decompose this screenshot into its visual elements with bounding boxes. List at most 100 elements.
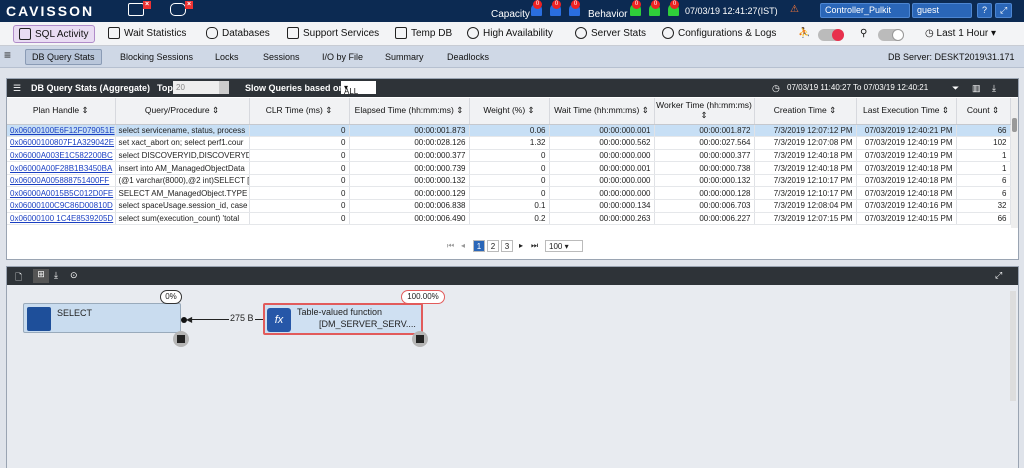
top-input[interactable]: 20 xyxy=(173,81,219,94)
temp-db-icon xyxy=(395,27,407,40)
next-page-icon[interactable]: ▸ xyxy=(519,241,523,250)
menu-databases[interactable]: Databases xyxy=(206,25,270,43)
tab-db-query-stats[interactable]: DB Query Stats xyxy=(25,49,102,65)
table-cell: 7/3/2019 12:40:18 PM xyxy=(754,149,857,163)
database-icon[interactable] xyxy=(170,3,186,16)
menu-toggle-icon[interactable]: ≡ xyxy=(4,48,11,62)
column-header[interactable]: Elapsed Time (hh:mm:ms) ⇕ xyxy=(349,98,470,125)
capacity-bell-icon[interactable]: 0 xyxy=(569,0,580,16)
table-cell: 7/3/2019 12:40:18 PM xyxy=(754,161,857,175)
clock-icon: ◷ xyxy=(772,83,780,93)
top-label: Top xyxy=(157,83,173,93)
column-header[interactable]: Wait Time (hh:mm:ms) ⇕ xyxy=(549,98,655,125)
plan-handle-link[interactable]: 0x06000A005888751400FF xyxy=(7,174,116,188)
column-header[interactable]: Plan Handle ⇕ xyxy=(7,98,116,125)
tab-blocking-sessions[interactable]: Blocking Sessions xyxy=(120,50,193,64)
table-row[interactable]: 0x06000A00F28B1B3450BA insert into AM_Man… xyxy=(7,161,1011,175)
table-cell: 6 xyxy=(956,174,1011,188)
search-icon[interactable]: ⚲ xyxy=(860,25,867,43)
slow-queries-select[interactable]: ALL ▾ xyxy=(341,81,376,96)
table-cell: 66 xyxy=(956,124,1011,138)
controller-button[interactable]: Controller_Pulkit xyxy=(820,3,910,18)
person-icon[interactable]: ⛹ xyxy=(798,25,810,43)
table-cell: 0 xyxy=(249,199,350,213)
table-cell: 00:00:000.377 xyxy=(654,149,755,163)
column-header[interactable]: Query/Procedure ⇕ xyxy=(115,98,250,125)
download-icon[interactable]: ⤓ xyxy=(992,83,996,94)
menu-configurations-logs[interactable]: Configurations & Logs xyxy=(662,25,776,43)
tab-deadlocks[interactable]: Deadlocks xyxy=(447,50,489,64)
plan-handle-link[interactable]: 0x06000100807F1A329042E xyxy=(7,136,116,150)
filter-icon[interactable]: ⏷ xyxy=(952,83,959,94)
behavior-bell-icon[interactable]: 0 xyxy=(630,0,641,16)
plan-handle-link[interactable]: 0x06000A0015B5C012D0FE xyxy=(7,186,116,201)
toggle-switch[interactable] xyxy=(878,29,904,41)
node-settings-icon[interactable] xyxy=(173,331,189,347)
table-row[interactable]: 0x06000A005888751400FF (@1 varchar(8000),… xyxy=(7,174,1011,188)
save-icon[interactable]: ⊙ xyxy=(70,270,78,281)
menu-sql-activity[interactable]: SQL Activity xyxy=(13,25,95,43)
page-size-select[interactable]: 100 ▾ xyxy=(545,240,583,252)
expand-icon[interactable]: ⤢ xyxy=(995,3,1012,18)
page-button[interactable]: 3 xyxy=(501,240,513,252)
help-button[interactable]: ? xyxy=(977,3,992,18)
monitor-icon[interactable] xyxy=(128,3,144,16)
page-button[interactable]: 2 xyxy=(487,240,499,252)
last-page-icon[interactable]: ⏭ xyxy=(531,241,538,251)
tab-io-by-file[interactable]: I/O by File xyxy=(322,50,363,64)
capacity-bell-icon[interactable]: 0 xyxy=(550,0,561,16)
menu-temp-db[interactable]: Temp DB xyxy=(395,25,452,43)
select-node[interactable]: SELECT xyxy=(23,303,181,333)
columns-icon[interactable]: ▥ xyxy=(972,83,981,94)
column-header[interactable]: Last Execution Time ⇕ xyxy=(856,98,957,125)
menu-high-availability[interactable]: High Availability xyxy=(467,25,553,43)
table-row[interactable]: 0x06000100 1C4E8539205D select sum(execut… xyxy=(7,212,1011,226)
menu-wait-statistics[interactable]: Wait Statistics xyxy=(108,25,186,43)
hierarchy-icon[interactable]: ⊞ xyxy=(33,269,49,283)
menu-server-stats[interactable]: Server Stats xyxy=(575,25,646,43)
menu-support-services[interactable]: Support Services xyxy=(287,25,379,43)
plan-handle-link[interactable]: 0x06000A00F28B1B3450BA xyxy=(7,161,116,175)
table-scrollbar[interactable] xyxy=(1011,98,1018,228)
page-button[interactable]: 1 xyxy=(473,240,485,252)
table-row[interactable]: 0x06000A003E1C582200BC select DISCOVERYID… xyxy=(7,149,1011,163)
table-valued-function-node[interactable]: fx Table-valued function [DM_SERVER_SERV… xyxy=(263,303,423,335)
node-settings-icon[interactable] xyxy=(412,331,428,347)
table-cell: 00:00:000.128 xyxy=(654,186,755,201)
alert-icon[interactable]: ⚠ xyxy=(790,4,799,15)
top-stepper[interactable] xyxy=(219,81,229,94)
tab-sessions[interactable]: Sessions xyxy=(263,50,300,64)
table-row[interactable]: 0x06000A0015B5C012D0FE SELECT AM_ManagedO… xyxy=(7,186,1011,201)
table-row[interactable]: 0x06000100C9C86D00810D select spaceUsage.… xyxy=(7,199,1011,213)
toggle-switch[interactable] xyxy=(818,29,844,41)
canvas-scrollbar[interactable] xyxy=(1010,291,1016,401)
plan-handle-link[interactable]: 0x06000A003E1C582200BC xyxy=(7,149,116,163)
first-page-icon[interactable]: ⏮ xyxy=(447,241,454,251)
column-header[interactable]: CLR Time (ms) ⇕ xyxy=(249,98,350,125)
plan-handle-link[interactable]: 0x06000100E6F12F079051E xyxy=(7,124,116,138)
download-icon[interactable]: ⤓ xyxy=(54,270,58,281)
clock-icon: ◷ xyxy=(925,28,937,39)
server-stats-icon xyxy=(575,27,587,40)
plan-handle-link[interactable]: 0x06000100C9C86D00810D xyxy=(7,199,116,213)
capacity-bell-icon[interactable]: 0 xyxy=(531,0,542,16)
plan-canvas: SELECT 0% ◀ 275 B fx Table-valued functi… xyxy=(7,285,1018,468)
prev-page-icon[interactable]: ◂ xyxy=(461,241,465,250)
user-menu-button[interactable]: guest xyxy=(912,3,972,18)
table-cell: select spaceUsage.session_id, case xyxy=(115,199,250,213)
column-header[interactable]: Weight (%) ⇕ xyxy=(469,98,550,125)
column-header[interactable]: Count ⇕ xyxy=(956,98,1011,125)
behavior-bell-icon[interactable]: 0 xyxy=(649,0,660,16)
document-icon[interactable]: 🗋 xyxy=(15,270,22,286)
behavior-bell-icon[interactable]: 0 xyxy=(668,0,679,16)
plan-handle-link[interactable]: 0x06000100 1C4E8539205D xyxy=(7,212,116,226)
table-row[interactable]: 0x06000100E6F12F079051E select servicenam… xyxy=(7,124,1011,138)
column-header[interactable]: Worker Time (hh:mm:ms) ⇕ xyxy=(654,98,755,125)
tab-summary[interactable]: Summary xyxy=(385,50,424,64)
time-range-selector[interactable]: ◷ Last 1 Hour ▾ xyxy=(925,25,996,43)
column-header[interactable]: Creation Time ⇕ xyxy=(754,98,857,125)
fullscreen-icon[interactable]: ⤢ xyxy=(995,270,1002,281)
table-row[interactable]: 0x06000100807F1A329042E set xact_abort on… xyxy=(7,136,1011,150)
function-percent-badge: 100.00% xyxy=(401,290,445,304)
tab-locks[interactable]: Locks xyxy=(215,50,239,64)
